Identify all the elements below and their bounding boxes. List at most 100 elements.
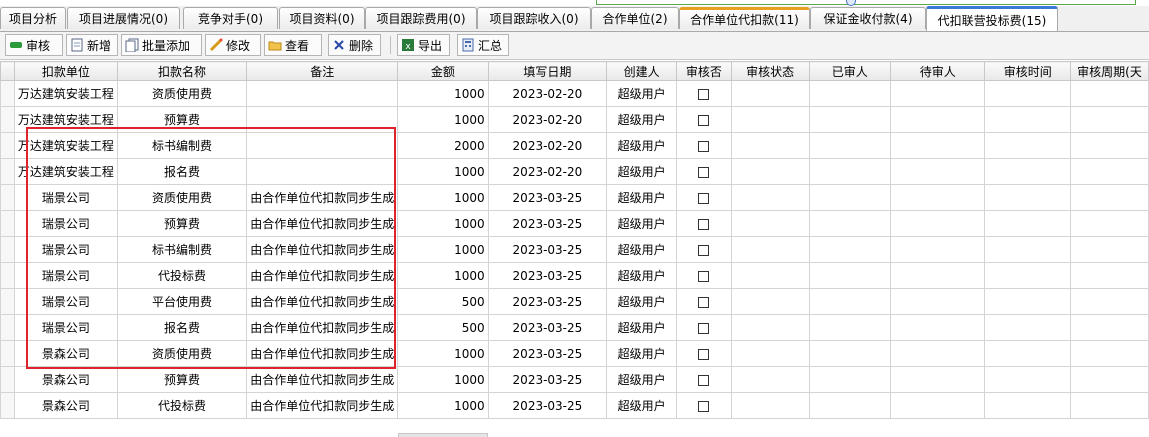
- tab-1[interactable]: 项目分析: [0, 7, 66, 29]
- table-row[interactable]: 万达建筑安装工程 标书编制费 2000 2023-02-20 超级用户: [0, 132, 1149, 159]
- approve-button[interactable]: 审核: [5, 34, 63, 56]
- cell-name: 标书编制费: [116, 236, 248, 263]
- view-label: 查看: [285, 38, 310, 53]
- approved-checkbox[interactable]: [698, 244, 710, 256]
- cell-approved-by: [808, 210, 892, 237]
- cell-unit: 瑞景公司: [13, 288, 118, 315]
- table-row[interactable]: 瑞景公司 标书编制费 由合作单位代扣款同步生成 1000 2023-03-25 超级用户: [0, 236, 1149, 263]
- cell-approval-status: [730, 392, 810, 419]
- tab-9[interactable]: 保证金收付款(4): [810, 7, 926, 29]
- cell-name: 标书编制费: [116, 132, 248, 159]
- cell-pending-approver: [890, 236, 986, 263]
- cell-note: 由合作单位代扣款同步生成: [246, 366, 399, 393]
- approved-checkbox[interactable]: [698, 140, 710, 152]
- tab-8[interactable]: 合作单位代扣款(11): [679, 7, 810, 29]
- column-header-3[interactable]: 备注: [246, 61, 399, 81]
- cell-creator: 超级用户: [606, 340, 678, 367]
- table-row[interactable]: 景森公司 代投标费 由合作单位代扣款同步生成 1000 2023-03-25 超级用户: [0, 392, 1149, 419]
- column-header-11[interactable]: 审核时间: [984, 61, 1072, 81]
- calculator-icon: [461, 38, 475, 52]
- approved-checkbox[interactable]: [698, 296, 710, 308]
- approved-checkbox[interactable]: [698, 218, 710, 230]
- cell-amount: 1000: [397, 158, 489, 185]
- approved-checkbox[interactable]: [698, 270, 710, 282]
- column-header-9[interactable]: 已审人: [808, 61, 892, 81]
- tab-5[interactable]: 项目跟踪费用(0): [365, 7, 477, 29]
- export-button[interactable]: x 导出: [397, 34, 450, 56]
- cell-note: 由合作单位代扣款同步生成: [246, 340, 399, 367]
- table-row[interactable]: 景森公司 预算费 由合作单位代扣款同步生成 1000 2023-03-25 超级用户: [0, 366, 1149, 393]
- column-header-4[interactable]: 金额: [397, 61, 489, 81]
- cell-amount: 1000: [397, 80, 489, 107]
- cell-creator: 超级用户: [606, 288, 678, 315]
- column-header-2[interactable]: 扣款名称: [116, 61, 248, 81]
- cell-approval-period: [1070, 210, 1149, 237]
- cell-name: 资质使用费: [116, 340, 248, 367]
- cell-note: [246, 158, 399, 185]
- table-row[interactable]: 瑞景公司 资质使用费 由合作单位代扣款同步生成 1000 2023-03-25 超级用户: [0, 184, 1149, 211]
- table-row[interactable]: 万达建筑安装工程 预算费 1000 2023-02-20 超级用户: [0, 106, 1149, 133]
- folder-open-icon: [268, 38, 282, 52]
- cell-date: 2023-03-25: [487, 236, 608, 263]
- cell-approved-by: [808, 106, 892, 133]
- cell-approval-time: [984, 106, 1072, 133]
- table-row[interactable]: 瑞景公司 代投标费 由合作单位代扣款同步生成 1000 2023-03-25 超级用户: [0, 262, 1149, 289]
- approved-checkbox[interactable]: [698, 192, 710, 204]
- row-gutter: [0, 106, 15, 133]
- tab-10[interactable]: 代扣联营投标费(15): [926, 6, 1058, 31]
- cell-approval-status: [730, 366, 810, 393]
- batch-add-button[interactable]: 批量添加: [121, 34, 202, 56]
- batch-document-icon: [125, 38, 139, 53]
- column-header-5[interactable]: 填写日期: [487, 61, 608, 81]
- toolbar: 审核 新增 批量添加 修改 查看 删除 x 导出 汇总: [0, 32, 1149, 60]
- cell-approval-status: [730, 106, 810, 133]
- tab-2[interactable]: 项目进展情况(0): [67, 7, 180, 29]
- table-row[interactable]: 万达建筑安装工程 资质使用费 1000 2023-02-20 超级用户: [0, 80, 1149, 107]
- svg-text:x: x: [405, 42, 411, 52]
- column-header-7[interactable]: 审核否: [676, 61, 732, 81]
- cell-approval-time: [984, 314, 1072, 341]
- table-row[interactable]: 万达建筑安装工程 报名费 1000 2023-02-20 超级用户: [0, 158, 1149, 185]
- approved-checkbox[interactable]: [698, 322, 710, 334]
- cell-approved-by: [808, 340, 892, 367]
- add-button[interactable]: 新增: [66, 34, 118, 56]
- delete-button[interactable]: 删除: [328, 34, 381, 56]
- cell-amount: 1000: [397, 106, 489, 133]
- cell-date: 2023-03-25: [487, 314, 608, 341]
- table-row[interactable]: 瑞景公司 报名费 由合作单位代扣款同步生成 500 2023-03-25 超级用户: [0, 314, 1149, 341]
- summary-button[interactable]: 汇总: [457, 34, 509, 56]
- approved-checkbox[interactable]: [698, 114, 710, 126]
- approved-checkbox[interactable]: [698, 374, 710, 386]
- cell-pending-approver: [890, 366, 986, 393]
- cell-approval-time: [984, 132, 1072, 159]
- column-header-6[interactable]: 创建人: [606, 61, 678, 81]
- approved-checkbox[interactable]: [698, 166, 710, 178]
- tab-3[interactable]: 竞争对手(0): [183, 7, 278, 29]
- approved-checkbox[interactable]: [698, 400, 710, 412]
- approved-checkbox[interactable]: [698, 88, 710, 100]
- cell-approved: [676, 262, 732, 289]
- cell-amount: 1000: [397, 366, 489, 393]
- cell-note: 由合作单位代扣款同步生成: [246, 236, 399, 263]
- table-row[interactable]: 瑞景公司 预算费 由合作单位代扣款同步生成 1000 2023-03-25 超级用户: [0, 210, 1149, 237]
- column-header-10[interactable]: 待审人: [890, 61, 986, 81]
- row-gutter: [0, 80, 15, 107]
- column-header-12[interactable]: 审核周期(天: [1070, 61, 1149, 81]
- edit-button[interactable]: 修改: [205, 34, 261, 56]
- cell-pending-approver: [890, 262, 986, 289]
- column-header-8[interactable]: 审核状态: [730, 61, 810, 81]
- tab-4[interactable]: 项目资料(0): [279, 7, 365, 29]
- table-row[interactable]: 景森公司 资质使用费 由合作单位代扣款同步生成 1000 2023-03-25 超级用户: [0, 340, 1149, 367]
- row-gutter-header: [0, 61, 15, 81]
- column-header-1[interactable]: 扣款单位: [13, 61, 118, 81]
- table-row[interactable]: 瑞景公司 平台使用费 由合作单位代扣款同步生成 500 2023-03-25 超级用户: [0, 288, 1149, 315]
- view-button[interactable]: 查看: [264, 34, 322, 56]
- row-gutter: [0, 288, 15, 315]
- cell-date: 2023-02-20: [487, 106, 608, 133]
- cell-date: 2023-02-20: [487, 80, 608, 107]
- add-label: 新增: [87, 38, 112, 53]
- approved-checkbox[interactable]: [698, 348, 710, 360]
- tab-7[interactable]: 合作单位(2): [591, 7, 679, 29]
- tab-6[interactable]: 项目跟踪收入(0): [477, 7, 591, 29]
- horizontal-scrollbar[interactable]: [398, 433, 488, 437]
